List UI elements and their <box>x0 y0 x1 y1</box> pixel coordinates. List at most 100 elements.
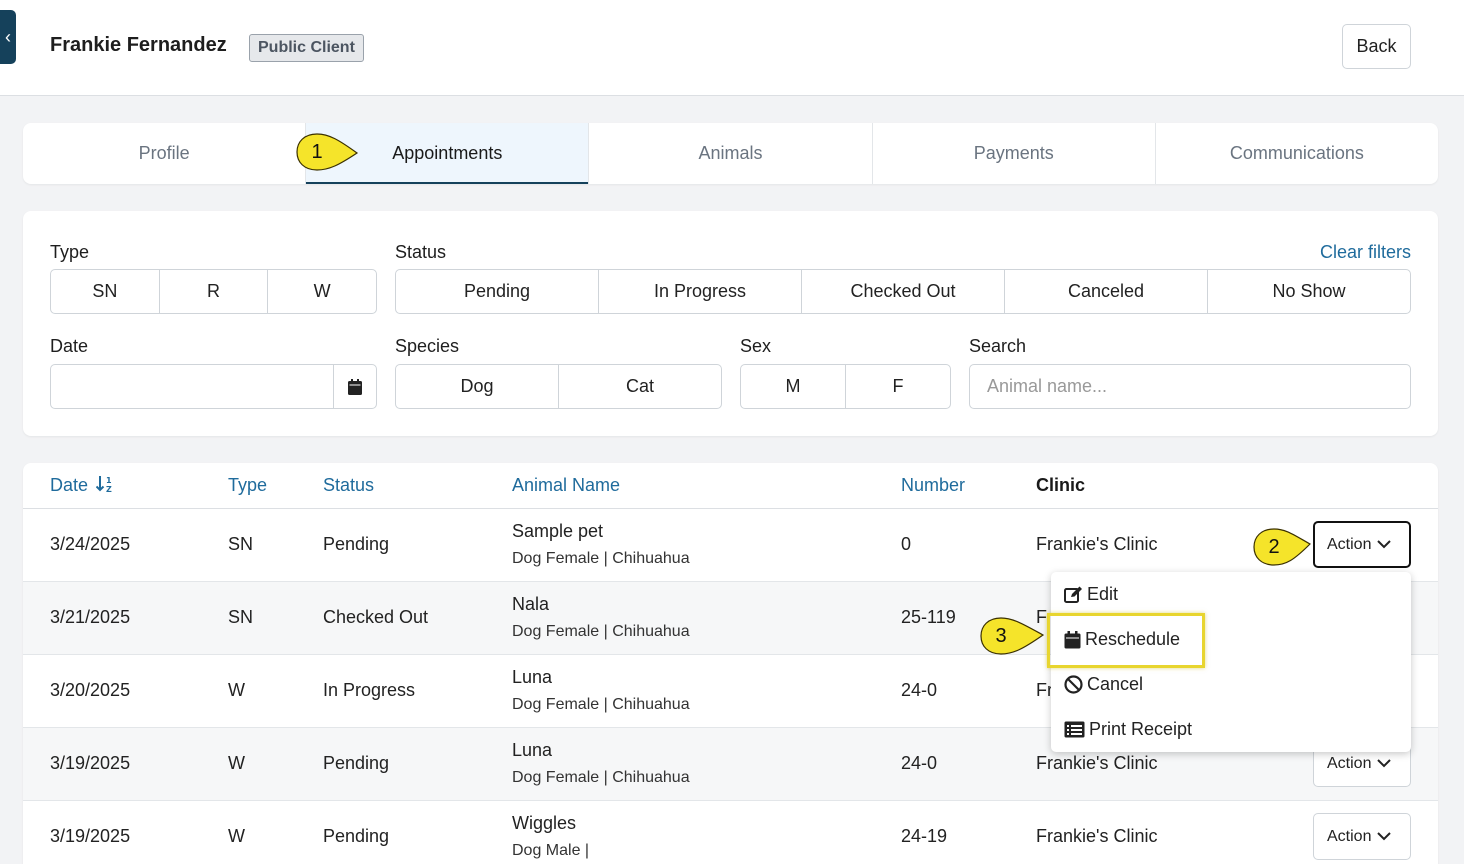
row-clinic: Frankie's Clinic <box>1036 753 1158 773</box>
callout-3: 3 <box>979 616 1049 665</box>
species-option-dog[interactable]: Dog <box>396 365 559 408</box>
row-animal-name: Wiggles <box>512 813 577 833</box>
action-label: Action <box>1327 755 1372 772</box>
column-status[interactable]: Status <box>323 475 374 496</box>
type-option-w[interactable]: W <box>268 270 376 313</box>
clear-filters-link[interactable]: Clear filters <box>1320 242 1411 263</box>
menu-item-label: Cancel <box>1087 674 1144 694</box>
tab-animals[interactable]: Animals <box>589 123 873 184</box>
search-filter-label: Search <box>969 336 1027 356</box>
edit-icon <box>1064 586 1082 603</box>
status-option-pending[interactable]: Pending <box>396 270 599 313</box>
row-number: 25-119 <box>901 607 956 627</box>
row-status: In Progress <box>323 680 416 700</box>
type-filter-label: Type <box>50 242 90 262</box>
tab-profile[interactable]: Profile <box>23 123 307 184</box>
table-row: 3/19/2025 W Pending Wiggles Dog Male | 2… <box>23 801 1438 864</box>
row-animal-meta: Dog Female | Chihuahua <box>512 696 690 713</box>
svg-text:Z: Z <box>106 485 112 493</box>
callout-number: 1 <box>311 141 323 163</box>
row-date: 3/19/2025 <box>50 753 131 773</box>
table-header: Date 1 Z Type Status Animal Name Number … <box>23 463 1438 509</box>
callout-number: 2 <box>1268 536 1280 558</box>
sex-filter-label: Sex <box>740 336 772 356</box>
row-number: 24-0 <box>901 680 938 700</box>
species-filter-group: Dog Cat <box>395 364 722 409</box>
menu-item-label: Print Receipt <box>1089 719 1193 739</box>
menu-item-edit[interactable]: Edit <box>1064 584 1118 605</box>
sort-desc-icon: 1 Z <box>95 476 112 494</box>
filters-panel: Type SN R W Status Clear filters Pending… <box>23 211 1438 436</box>
collapse-sidebar-button[interactable]: ‹ <box>0 10 16 64</box>
action-label: Action <box>1327 536 1372 553</box>
row-type: SN <box>228 607 254 627</box>
status-option-canceled[interactable]: Canceled <box>1005 270 1208 313</box>
species-option-cat[interactable]: Cat <box>559 365 721 408</box>
ban-icon <box>1064 675 1083 694</box>
menu-item-label: Edit <box>1087 584 1119 604</box>
sex-filter-group: M F <box>740 364 951 409</box>
row-animal-meta: Dog Male | <box>512 842 590 859</box>
row-date: 3/19/2025 <box>50 826 131 846</box>
chevron-down-icon <box>1377 832 1392 841</box>
row-number: 24-19 <box>901 826 948 846</box>
column-date-label: Date <box>50 475 89 495</box>
menu-item-print-receipt[interactable]: Print Receipt <box>1064 719 1192 740</box>
row-clinic: Frankie's Clinic <box>1036 534 1158 554</box>
callout-number: 3 <box>995 625 1007 647</box>
type-filter-group: SN R W <box>50 269 377 314</box>
menu-item-cancel[interactable]: Cancel <box>1064 674 1143 695</box>
row-clinic: Frankie's Clinic <box>1036 826 1158 846</box>
client-tabs: Profile Appointments Animals Payments Co… <box>23 123 1438 184</box>
status-option-no-show[interactable]: No Show <box>1208 270 1410 313</box>
row-type: W <box>228 680 245 700</box>
tab-payments[interactable]: Payments <box>873 123 1156 184</box>
row-date: 3/20/2025 <box>50 680 131 700</box>
row-animal-name: Luna <box>512 740 553 760</box>
column-date[interactable]: Date 1 Z <box>50 475 116 496</box>
client-name: Frankie Fernandez <box>50 34 227 56</box>
row-animal-name: Sample pet <box>512 521 604 541</box>
date-filter-label: Date <box>50 336 89 356</box>
column-animal-name[interactable]: Animal Name <box>512 475 620 496</box>
row-type: W <box>228 826 245 846</box>
date-filter-input[interactable] <box>50 364 377 409</box>
tab-communications[interactable]: Communications <box>1156 123 1438 184</box>
row-status: Pending <box>323 826 390 846</box>
type-option-sn[interactable]: SN <box>51 270 160 313</box>
row-animal-meta: Dog Female | Chihuahua <box>512 623 690 640</box>
row-animal-meta: Dog Female | Chihuahua <box>512 550 690 567</box>
row-animal-meta: Dog Female | Chihuahua <box>512 769 690 786</box>
row-date: 3/24/2025 <box>50 534 131 554</box>
type-option-r[interactable]: R <box>160 270 269 313</box>
row-type: W <box>228 753 245 773</box>
column-clinic: Clinic <box>1036 475 1086 495</box>
species-filter-label: Species <box>395 336 460 356</box>
action-dropdown-button[interactable]: Action <box>1313 813 1411 860</box>
calendar-button[interactable] <box>333 365 376 408</box>
row-type: SN <box>228 534 254 554</box>
client-type-badge: Public Client <box>249 34 364 62</box>
column-number[interactable]: Number <box>901 475 965 496</box>
page-header: ‹ Frankie Fernandez Public Client Back <box>0 0 1464 96</box>
animal-search-input[interactable]: Animal name... <box>969 364 1411 409</box>
chevron-down-icon <box>1377 540 1392 549</box>
callout-2: 2 <box>1252 527 1318 576</box>
row-animal-name: Nala <box>512 594 550 614</box>
action-label: Action <box>1327 828 1372 845</box>
status-option-checked-out[interactable]: Checked Out <box>802 270 1005 313</box>
action-dropdown-button[interactable]: Action <box>1313 521 1411 568</box>
row-animal-name: Luna <box>512 667 553 687</box>
row-date: 3/21/2025 <box>50 607 131 627</box>
status-filter-label: Status <box>395 242 447 262</box>
chevron-down-icon <box>1377 759 1392 768</box>
row-number: 0 <box>901 534 912 554</box>
callout-1: 1 <box>295 132 365 181</box>
row-status: Pending <box>323 534 390 554</box>
sex-option-f[interactable]: F <box>846 365 950 408</box>
sex-option-m[interactable]: M <box>741 365 846 408</box>
status-option-in-progress[interactable]: In Progress <box>599 270 802 313</box>
back-button[interactable]: Back <box>1342 24 1411 69</box>
column-type[interactable]: Type <box>228 475 267 496</box>
calendar-icon <box>348 378 362 395</box>
